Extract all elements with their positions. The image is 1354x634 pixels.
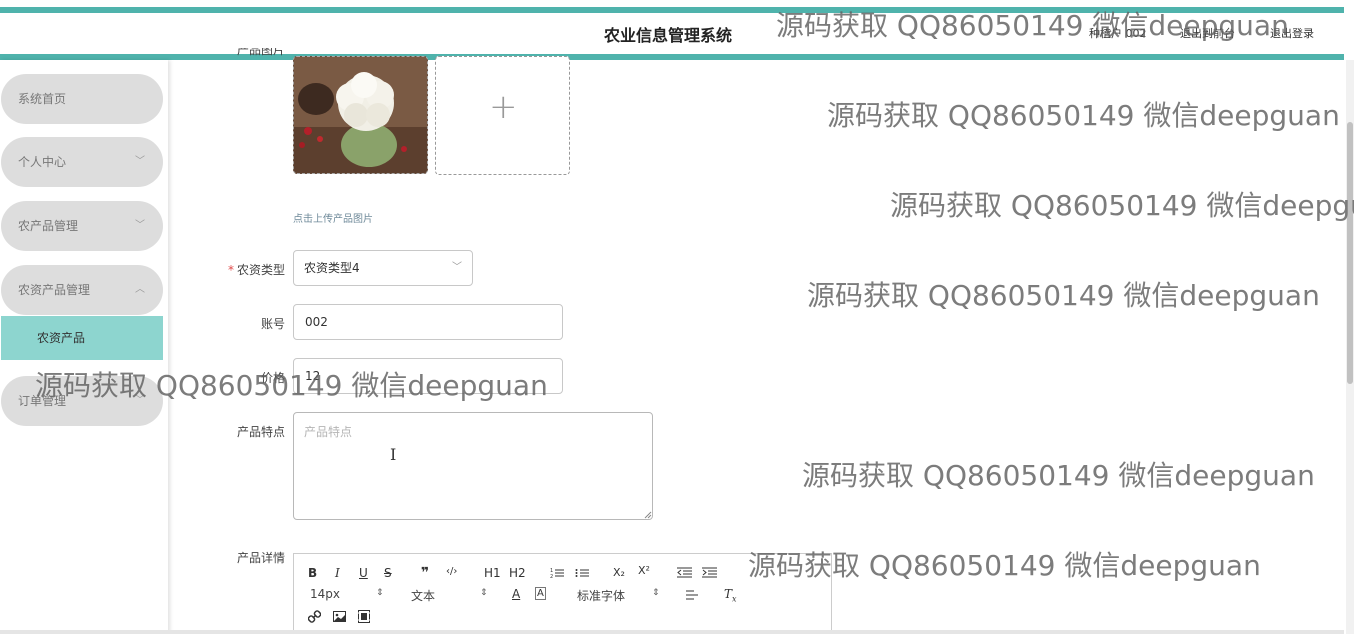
sidebar-item-orders[interactable]: 订单管理 ﹀	[1, 376, 163, 426]
product-image-label: 产品图片	[236, 48, 285, 57]
rich-text-editor[interactable]: B I U S ❞ ‹/› H1 H2 12 X₂ X² 14px ⇕ 文本 ⇕ A…	[293, 553, 832, 634]
cauliflower-image	[294, 57, 427, 173]
sidebar-item-label: 农资产品管理	[18, 283, 91, 297]
sidebar-item-label: 订单管理	[18, 394, 67, 408]
subscript-button[interactable]: X₂	[613, 566, 625, 579]
underline-button[interactable]: U	[359, 566, 368, 580]
chevron-down-icon: ﹀	[135, 220, 145, 231]
bold-button[interactable]: B	[308, 566, 317, 580]
font-family-picker[interactable]: 标准字体 ⇕	[577, 587, 660, 604]
plus-icon: +	[489, 87, 518, 127]
sidebar-item-agri-supplies[interactable]: 农资产品管理 ︿	[1, 265, 163, 315]
product-image-thumbnail[interactable]	[293, 56, 428, 174]
superscript-button[interactable]: X²	[638, 564, 650, 577]
logout-link[interactable]: 退出登录	[1270, 25, 1314, 41]
heading2-button[interactable]: H2	[509, 566, 526, 580]
price-label: 价格	[260, 371, 285, 385]
watermark: 源码获取 QQ86050149 微信deepguan	[890, 189, 1354, 222]
back-to-front-link[interactable]: 退出到前台	[1180, 25, 1235, 41]
strike-button[interactable]: S	[384, 566, 392, 580]
indent-icon[interactable]	[702, 567, 717, 579]
sidebar-item-label: 系统首页	[18, 92, 67, 106]
supply-type-label: * 农资类型	[195, 261, 285, 278]
details-label: 产品详情	[236, 551, 285, 565]
format-picker[interactable]: 文本 ⇕	[411, 587, 488, 604]
watermark: 源码获取 QQ86050149 微信deepguan	[802, 459, 1315, 492]
sidebar-subitem-label: 农资产品	[37, 331, 86, 345]
svg-text:2: 2	[550, 574, 553, 579]
page-scrollbar[interactable]	[1346, 60, 1354, 634]
highlight-icon[interactable]: A	[535, 587, 546, 600]
font-size-picker[interactable]: 14px ⇕	[310, 587, 384, 601]
image-icon[interactable]	[333, 611, 346, 622]
features-textarea[interactable]	[293, 412, 653, 520]
account-input[interactable]	[293, 304, 563, 340]
supply-type-select[interactable]: 农资类型4 ﹀	[293, 250, 473, 286]
code-icon[interactable]: ‹/›	[446, 566, 457, 577]
account-label: 账号	[260, 317, 285, 331]
ordered-list-icon[interactable]: 12	[550, 567, 564, 579]
bottom-scroll-strip	[0, 630, 1344, 634]
header-accent-line	[0, 7, 1344, 13]
chevron-up-icon: ︿	[135, 284, 145, 295]
sidebar-item-label: 农产品管理	[18, 219, 79, 233]
outdent-icon[interactable]	[677, 567, 692, 579]
chevron-down-icon: ﹀	[135, 156, 145, 167]
sidebar-item-label: 个人中心	[18, 155, 67, 169]
scrollbar-thumb[interactable]	[1347, 122, 1353, 384]
watermark: 源码获取 QQ86050149 微信deepguan	[827, 99, 1340, 132]
font-size-value: 14px	[310, 587, 340, 601]
upload-hint[interactable]: 点击上传产品图片	[293, 210, 373, 225]
watermark: 源码获取 QQ86050149 微信deepguan	[807, 279, 1320, 312]
clear-format-icon[interactable]: Tx	[724, 587, 737, 603]
chevron-down-icon: ﹀	[135, 395, 145, 406]
supply-type-label-text: 农资类型	[236, 263, 285, 277]
required-mark: *	[227, 263, 234, 277]
italic-button[interactable]: I	[335, 566, 340, 580]
blockquote-icon[interactable]: ❞	[421, 565, 429, 581]
sidebar: 系统首页 个人中心 ﹀ 农产品管理 ﹀ 农资产品管理 ︿ 农资产品 订单管理 ﹀	[0, 60, 168, 634]
font-color-button[interactable]: A	[512, 587, 520, 601]
text-cursor-icon: I	[390, 445, 397, 464]
link-icon[interactable]	[308, 610, 321, 623]
bullet-list-icon[interactable]	[575, 567, 589, 579]
updown-icon: ⇕	[652, 588, 660, 598]
price-input[interactable]	[293, 358, 563, 394]
updown-icon: ⇕	[480, 588, 488, 598]
video-icon[interactable]	[358, 610, 370, 623]
align-icon[interactable]	[686, 590, 698, 600]
sidebar-item-profile[interactable]: 个人中心 ﹀	[1, 137, 163, 187]
user-info: 种植户 002	[1089, 27, 1147, 40]
chevron-down-icon: ﹀	[452, 262, 462, 273]
features-label: 产品特点	[236, 425, 285, 439]
font-family-value: 标准字体	[577, 589, 626, 603]
sidebar-item-farm-products[interactable]: 农产品管理 ﹀	[1, 201, 163, 251]
updown-icon: ⇕	[376, 588, 384, 598]
resize-grip-icon[interactable]	[644, 511, 652, 519]
supply-type-value: 农资类型4	[304, 261, 360, 275]
heading1-button[interactable]: H1	[484, 566, 501, 580]
page-title: 农业信息管理系统	[604, 26, 733, 45]
upload-image-button[interactable]: +	[435, 56, 570, 175]
format-value: 文本	[411, 589, 436, 603]
sidebar-subitem-agri-product[interactable]: 农资产品	[1, 316, 163, 360]
sidebar-item-home[interactable]: 系统首页	[1, 74, 163, 124]
